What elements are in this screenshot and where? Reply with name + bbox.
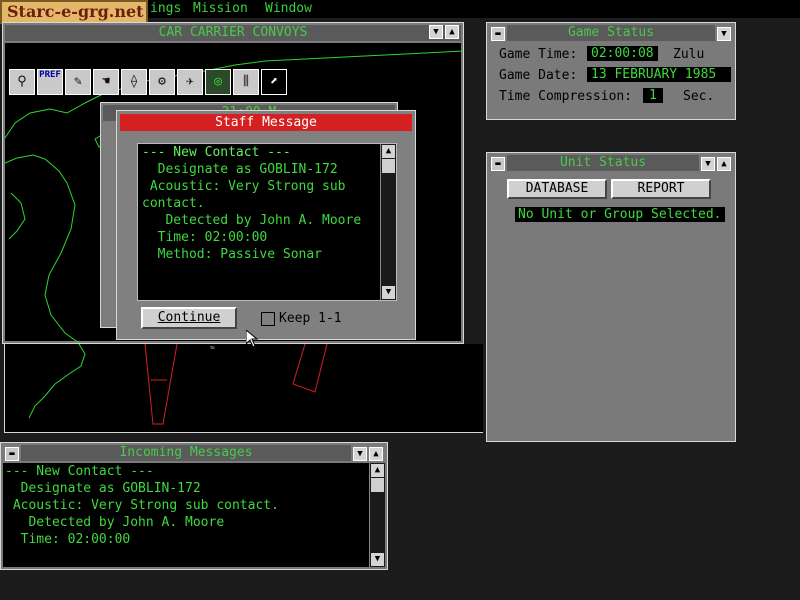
aircraft-icon[interactable]: ✈ <box>177 69 203 95</box>
mouse-cursor-icon <box>246 330 259 348</box>
menu-mission[interactable]: Mission <box>193 1 248 16</box>
scroll-down-icon[interactable]: ▼ <box>382 286 395 299</box>
game-date-value: 13 FEBRUARY 1985 <box>587 67 731 82</box>
time-compression-value[interactable]: 1 <box>643 88 663 103</box>
time-compression-label: Time Compression: <box>499 89 633 104</box>
incoming-message-line: Acoustic: Very Strong sub contact. <box>5 498 279 513</box>
database-button[interactable]: DATABASE <box>507 179 607 199</box>
keep-label: Keep 1-1 <box>279 311 342 326</box>
chevron-down-icon[interactable]: ▼ <box>353 447 367 461</box>
chevron-down-icon[interactable]: ▼ <box>717 27 731 41</box>
window-menu-icon[interactable]: ▬ <box>491 27 505 41</box>
menu-settings[interactable]: ings <box>150 1 181 16</box>
staff-message-line: Acoustic: Very Strong sub <box>142 179 346 194</box>
svg-text:≈: ≈ <box>210 344 215 352</box>
staff-message-line: Time: 02:00:00 <box>142 230 268 245</box>
continue-button[interactable]: Continue <box>141 307 237 329</box>
compass-icon[interactable]: ⟠ <box>121 69 147 95</box>
unit-status-window: ▬ Unit Status ▼ ▲ DATABASE REPORT No Uni… <box>486 152 736 442</box>
incoming-messages-title: Incoming Messages <box>119 445 253 460</box>
game-status-title: Game Status <box>567 25 655 40</box>
map-window-title: CAR CARRIER CONVOYS <box>158 25 308 40</box>
menu-window[interactable]: Window <box>265 1 312 16</box>
chevron-up-icon[interactable]: ▲ <box>445 25 459 39</box>
keep-checkbox[interactable] <box>261 312 275 326</box>
window-menu-icon[interactable]: ▬ <box>5 447 19 461</box>
chevron-down-icon[interactable]: ▼ <box>429 25 443 39</box>
report-button[interactable]: REPORT <box>611 179 711 199</box>
preferences-icon[interactable]: PREF <box>37 69 63 95</box>
incoming-messages-body: --- New Contact --- Designate as GOBLIN-… <box>3 463 385 567</box>
game-time-value: 02:00:08 <box>587 46 658 61</box>
game-status-titlebar: Game Status <box>507 25 715 41</box>
pref-label: PREF <box>39 70 61 80</box>
incoming-message-line: Time: 02:00:00 <box>5 532 131 547</box>
watermark-logo: Starc-e-grg.net <box>0 0 148 24</box>
game-time-label: Game Time: <box>499 47 578 62</box>
incoming-messages-scrollbar[interactable]: ▲ ▼ <box>369 463 385 567</box>
staff-message-line: --- New Contact --- <box>142 145 291 160</box>
incoming-messages-window: ▬ Incoming Messages ▼ ▲ --- New Contact … <box>0 442 388 570</box>
staff-message-body: --- New Contact --- Designate as GOBLIN-… <box>137 143 397 301</box>
scroll-up-icon[interactable]: ▲ <box>382 145 395 158</box>
incoming-messages-titlebar: Incoming Messages <box>21 445 351 461</box>
staff-message-line: Detected by John A. Moore <box>142 213 362 228</box>
scroll-down-icon[interactable]: ▼ <box>371 553 384 566</box>
magnifier-icon[interactable]: ⚲ <box>9 69 35 95</box>
database-label: DATABASE <box>525 181 589 196</box>
scroll-thumb[interactable] <box>371 478 384 492</box>
report-label: REPORT <box>637 181 685 196</box>
unit-status-titlebar: Unit Status <box>507 155 699 171</box>
game-status-window: ▬ Game Status ▼ Game Time: 02:00:08 Zulu… <box>486 22 736 120</box>
staff-message-line: contact. <box>142 196 205 211</box>
scroll-thumb[interactable] <box>382 159 395 173</box>
unit-status-title: Unit Status <box>559 155 647 170</box>
chevron-up-icon[interactable]: ▲ <box>717 157 731 171</box>
incoming-message-line: Designate as GOBLIN-172 <box>5 481 201 496</box>
staff-message-dialog: Staff Message --- New Contact --- Design… <box>116 110 416 340</box>
incoming-message-line: Detected by John A. Moore <box>5 515 225 530</box>
time-zone-label: Zulu <box>673 47 705 62</box>
bars-icon[interactable]: ⫼ <box>233 69 259 95</box>
radar-icon[interactable]: ◎ <box>205 69 231 95</box>
incoming-message-line: --- New Contact --- <box>5 464 154 479</box>
chevron-down-icon[interactable]: ▼ <box>701 157 715 171</box>
chevron-up-icon[interactable]: ▲ <box>369 447 383 461</box>
staff-message-line: Method: Passive Sonar <box>142 247 323 262</box>
staff-message-titlebar: Staff Message <box>120 114 412 131</box>
staff-message-line: Designate as GOBLIN-172 <box>142 162 338 177</box>
continue-label: Continue <box>157 310 221 325</box>
hand-icon[interactable]: ☚ <box>93 69 119 95</box>
waypoint-icon[interactable]: ⬈ <box>261 69 287 95</box>
staff-message-title: Staff Message <box>215 115 317 130</box>
map-lower-drawing: ≈ <box>28 344 328 425</box>
time-compression-unit: Sec. <box>683 89 715 104</box>
staff-message-scrollbar[interactable]: ▲ ▼ <box>380 144 396 300</box>
map-window-titlebar: CAR CARRIER CONVOYS ▼ ▲ <box>5 25 461 41</box>
map-lower-area[interactable]: ≈ <box>4 344 483 433</box>
unit-status-message: No Unit or Group Selected. <box>515 207 725 222</box>
brush-icon[interactable]: ✎ <box>65 69 91 95</box>
gear-icon[interactable]: ⚙ <box>149 69 175 95</box>
window-menu-icon[interactable]: ▬ <box>491 157 505 171</box>
scroll-up-icon[interactable]: ▲ <box>371 464 384 477</box>
game-date-label: Game Date: <box>499 68 578 83</box>
